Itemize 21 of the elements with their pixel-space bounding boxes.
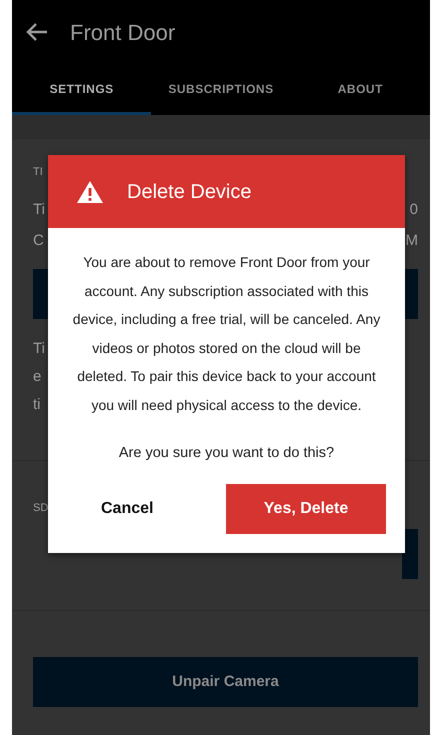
paragraph-text: e <box>33 367 42 387</box>
warning-icon <box>77 180 103 202</box>
paragraph-text: Ti <box>33 339 45 359</box>
row-value: M <box>406 231 418 251</box>
tab[interactable]: ABOUT <box>290 65 430 115</box>
confirmation-question: Are you sure you want to do this? <box>118 444 336 463</box>
dialog-title: Delete Device <box>127 180 252 204</box>
row-label: C <box>33 231 44 251</box>
screen-title: Front Door <box>70 19 176 47</box>
dialog-message: You are about to remove Front Door from your account. Any subscription associated with this device, including a free trial, will be canceled. Any videos or photos stored on the cloud will be deleted. To pair this device back to your account you will need physical access to the device. <box>72 253 382 415</box>
confirm-delete-button[interactable]: Yes, Delete <box>226 484 386 534</box>
dimmed-button-edge <box>402 529 418 579</box>
section-label: TI <box>33 165 43 180</box>
paragraph-text: ti <box>33 395 40 415</box>
section-label: SD <box>33 501 48 516</box>
row-value: 0 <box>410 200 418 220</box>
unpair-camera-button[interactable]: Unpair Camera <box>33 657 418 707</box>
tab[interactable]: SUBSCRIPTIONS <box>151 65 291 115</box>
cancel-button[interactable]: Cancel <box>93 485 162 534</box>
row-label: Ti <box>33 200 45 220</box>
dimmed-button-edge <box>33 269 49 319</box>
